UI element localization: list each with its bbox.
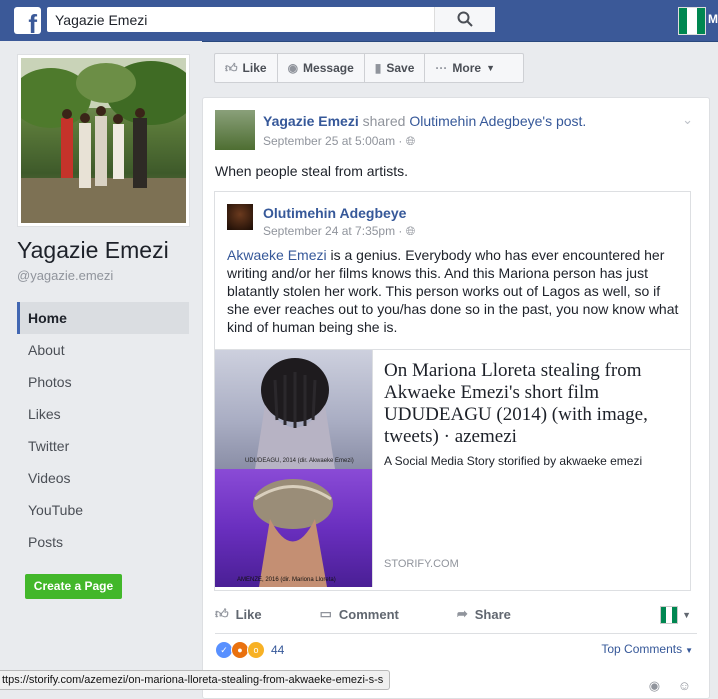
profile-photo-image [21,58,186,223]
comment-sort-label: Top Comments [601,642,683,656]
post-as-selector[interactable]: ▼ [660,606,691,624]
create-page-button[interactable]: Create a Page [25,574,122,599]
original-post-link[interactable]: 's post. [542,113,586,129]
post-options-chevron-icon[interactable]: ⌄ [682,112,693,128]
link-preview-card[interactable]: UDUDEAGU, 2014 (dir. Akwaeke Emezi) AMEN… [215,349,690,590]
globe-icon: 🌐︎ [405,134,416,148]
link-preview-title[interactable]: On Mariona Lloreta stealing from Akwaeke… [384,360,674,448]
thumbs-up-icon: 👍︎ [215,606,229,621]
post-text: When people steal from artists. [215,163,408,179]
more-label: More [452,61,482,75]
post-author-link[interactable]: Yagazie Emezi [263,113,359,129]
post-comment-label: Comment [338,606,399,622]
nav-item-twitter[interactable]: Twitter [17,430,189,462]
save-label: Save [386,61,415,75]
post-card: Yagazie Emezi shared Olutimehin Adegbeye… [202,97,710,699]
save-button[interactable]: ▮ Save [365,54,426,82]
link-preview-image: UDUDEAGU, 2014 (dir. Akwaeke Emezi) AMEN… [215,350,373,587]
search-button[interactable] [434,7,495,32]
post-like-label: Like [235,606,262,622]
nav-item-photos[interactable]: Photos [17,366,189,398]
comment-sort-dropdown[interactable]: Top Comments ▼ [601,642,693,656]
messenger-icon: ◉ [287,61,299,75]
wow-reaction-icon: o [247,641,265,659]
post-author-avatar[interactable] [215,110,255,150]
like-page-label: Like [242,61,267,75]
page-handle[interactable]: @yagazie.emezi [17,268,113,283]
more-button[interactable]: ··· More ▼ [425,54,505,82]
page-title[interactable]: Yagazie Emezi [17,237,169,264]
user-name-initial[interactable]: M [708,12,718,26]
comment-tools: ◉ ☺ [649,678,691,694]
magnifier-icon [457,11,473,27]
facebook-logo-letter: f [28,9,37,39]
top-navigation-bar: f M [0,0,718,42]
nav-item-youtube[interactable]: YouTube [17,494,189,526]
reaction-count[interactable]: 44 [271,643,284,657]
caret-down-icon: ▼ [682,610,691,620]
shared-author-link[interactable]: Olutimehin Adegbeye [263,205,406,221]
caret-down-icon: ▼ [486,63,495,73]
post-timestamp-text: September 25 at 5:00am [263,134,396,148]
bookmark-icon: ▮ [374,61,382,75]
search-input[interactable] [55,10,435,29]
profile-picture[interactable] [17,54,190,227]
page-nav: Home About Photos Likes Twitter Videos Y… [17,302,189,558]
share-arrow-icon: ➦ [456,606,468,621]
comment-bubble-icon: ▭ [319,606,332,621]
reaction-summary[interactable]: ✓ ● o 44 [215,641,284,659]
camera-icon[interactable]: ◉ [649,678,660,693]
search-box[interactable] [47,7,495,32]
message-button[interactable]: ◉ Message [278,54,365,82]
shared-post: Olutimehin Adegbeye September 24 at 7:35… [214,191,691,591]
post-verb: shared [362,113,406,129]
thumbs-up-icon: 👍︎ [225,61,238,75]
more-dots-icon: ··· [435,61,448,75]
divider [215,633,697,634]
link-preview-description: A Social Media Story storified by akwaek… [384,454,643,468]
nav-item-about[interactable]: About [17,334,189,366]
user-avatar[interactable] [678,7,706,35]
flag-avatar-icon [660,606,679,624]
globe-icon: 🌐︎ [405,224,416,238]
shared-timestamp[interactable]: September 24 at 7:35pm · 🌐︎ [263,224,415,239]
post-comment-button[interactable]: ▭ Comment [320,606,399,622]
original-author-link[interactable]: Olutimehin Adegbeye [409,113,542,129]
mention-link[interactable]: Akwaeke Emezi [227,247,327,263]
post-like-button[interactable]: 👍︎ Like [215,606,262,622]
preview-image-top: UDUDEAGU, 2014 (dir. Akwaeke Emezi) [215,350,372,469]
nav-item-likes[interactable]: Likes [17,398,189,430]
preview-image-bottom: AMENZE, 2016 (dir. Mariona Lloreta) [215,469,372,587]
like-page-button[interactable]: 👍︎ Like [215,54,278,82]
nav-item-home[interactable]: Home [17,302,189,334]
nav-item-videos[interactable]: Videos [17,462,189,494]
shared-author-avatar[interactable] [227,204,253,230]
facebook-logo-icon[interactable]: f [14,7,41,39]
shared-timestamp-text: September 24 at 7:35pm [263,224,396,238]
browser-status-url: ttps://storify.com/azemezi/on-mariona-ll… [0,670,391,690]
link-preview-domain: STORIFY.COM [384,558,459,570]
shared-post-text: Akwaeke Emezi is a genius. Everybody who… [227,246,682,336]
page-action-bar: 👍︎ Like ◉ Message ▮ Save ··· More ▼ [214,53,524,83]
post-share-button[interactable]: ➦ Share [457,606,511,622]
preview-caption-bottom: AMENZE, 2016 (dir. Mariona Lloreta) [237,577,336,583]
message-label: Message [303,61,354,75]
post-share-label: Share [474,606,511,622]
caret-down-icon: ▼ [685,646,693,655]
page-sidebar: Yagazie Emezi @yagazie.emezi Home About … [0,41,202,697]
post-action-bar: 👍︎ Like ▭ Comment ➦ Share ▼ [215,598,697,630]
emoji-icon[interactable]: ☺ [678,678,691,693]
post-header: Yagazie Emezi shared Olutimehin Adegbeye… [263,113,586,129]
preview-caption-top: UDUDEAGU, 2014 (dir. Akwaeke Emezi) [245,458,354,464]
post-timestamp[interactable]: September 25 at 5:00am · 🌐︎ [263,134,415,149]
nav-item-posts[interactable]: Posts [17,526,189,558]
